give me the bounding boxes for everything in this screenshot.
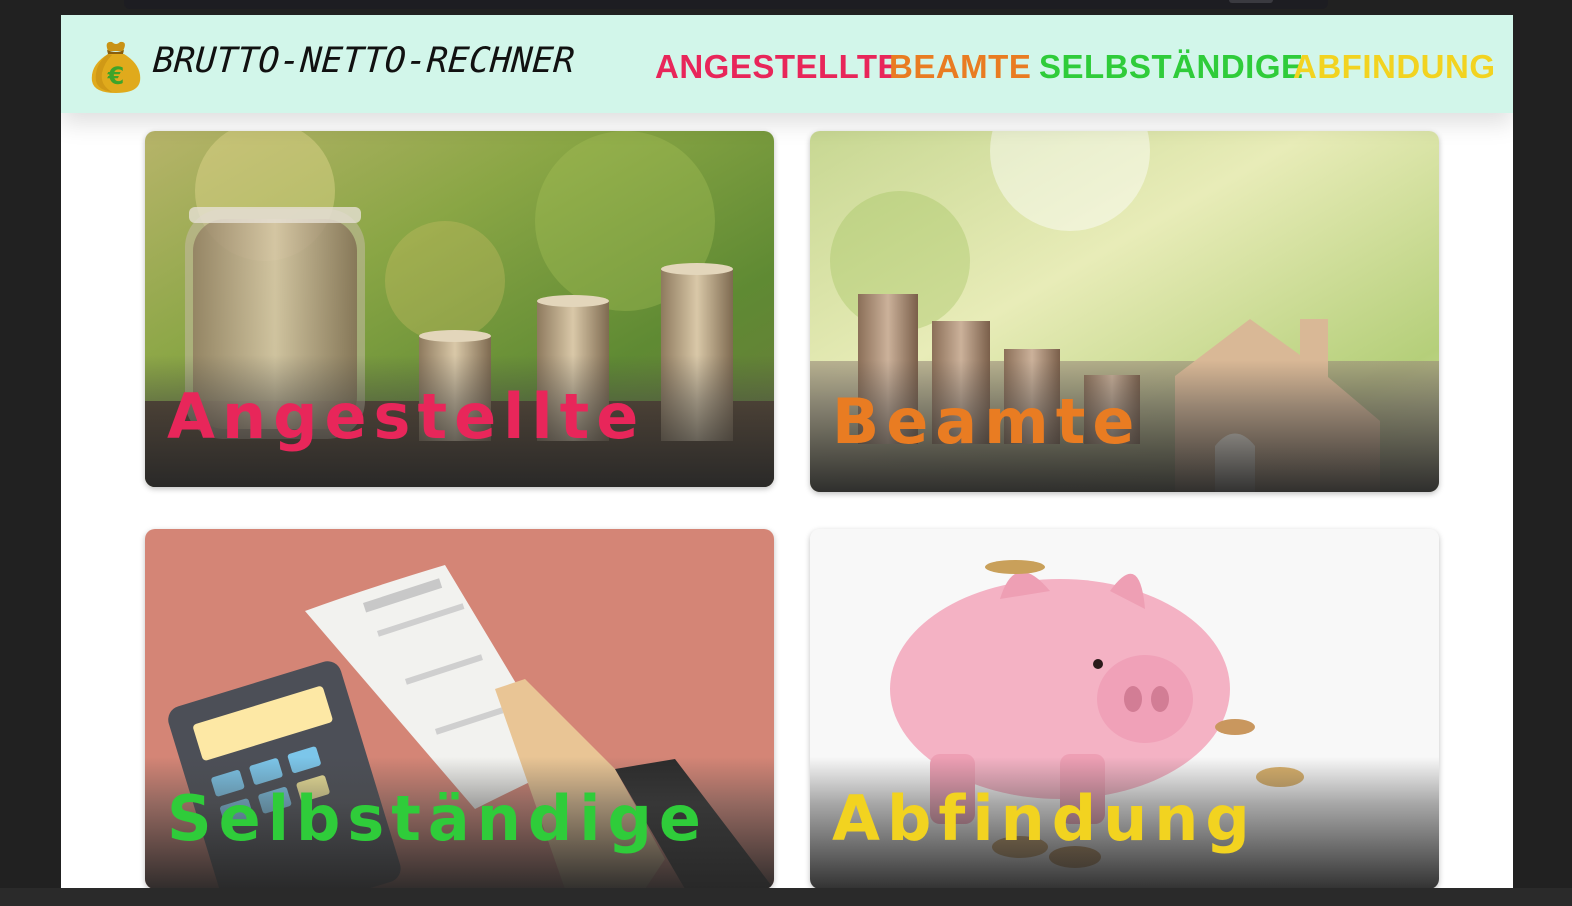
card-abfindung[interactable]: Abfindung: [810, 529, 1439, 889]
card-beamte[interactable]: Beamte: [810, 131, 1439, 492]
nav-angestellte[interactable]: ANGESTELLTE: [655, 48, 900, 86]
site-header: € BRUTTO-NETTO-RECHNER ANGESTELLTE BEAMT…: [61, 15, 1513, 113]
card-angestellte[interactable]: Angestellte: [145, 131, 774, 487]
nav-selbstaendige[interactable]: SELBSTÄNDIGE: [1039, 48, 1304, 86]
brand-title[interactable]: BRUTTO-NETTO-RECHNER: [152, 41, 576, 81]
card-title-selbstaendige[interactable]: Selbständige: [167, 782, 708, 855]
card-title-abfindung[interactable]: Abfindung: [832, 782, 1257, 855]
nav-abfindung[interactable]: ABFINDUNG: [1293, 48, 1495, 86]
top-bar-button[interactable]: [1229, 0, 1273, 3]
bottom-strip: [0, 888, 1572, 906]
logo-symbol: €: [107, 62, 125, 90]
nav-beamte[interactable]: BEAMTE: [889, 48, 1031, 86]
card-selbstaendige[interactable]: Selbständige: [145, 529, 774, 889]
page: € BRUTTO-NETTO-RECHNER ANGESTELLTE BEAMT…: [61, 15, 1513, 889]
browser-top-bar: [124, 0, 1328, 9]
money-bag-icon[interactable]: €: [86, 37, 146, 95]
card-title-angestellte[interactable]: Angestellte: [167, 380, 645, 453]
card-title-beamte[interactable]: Beamte: [832, 385, 1141, 458]
